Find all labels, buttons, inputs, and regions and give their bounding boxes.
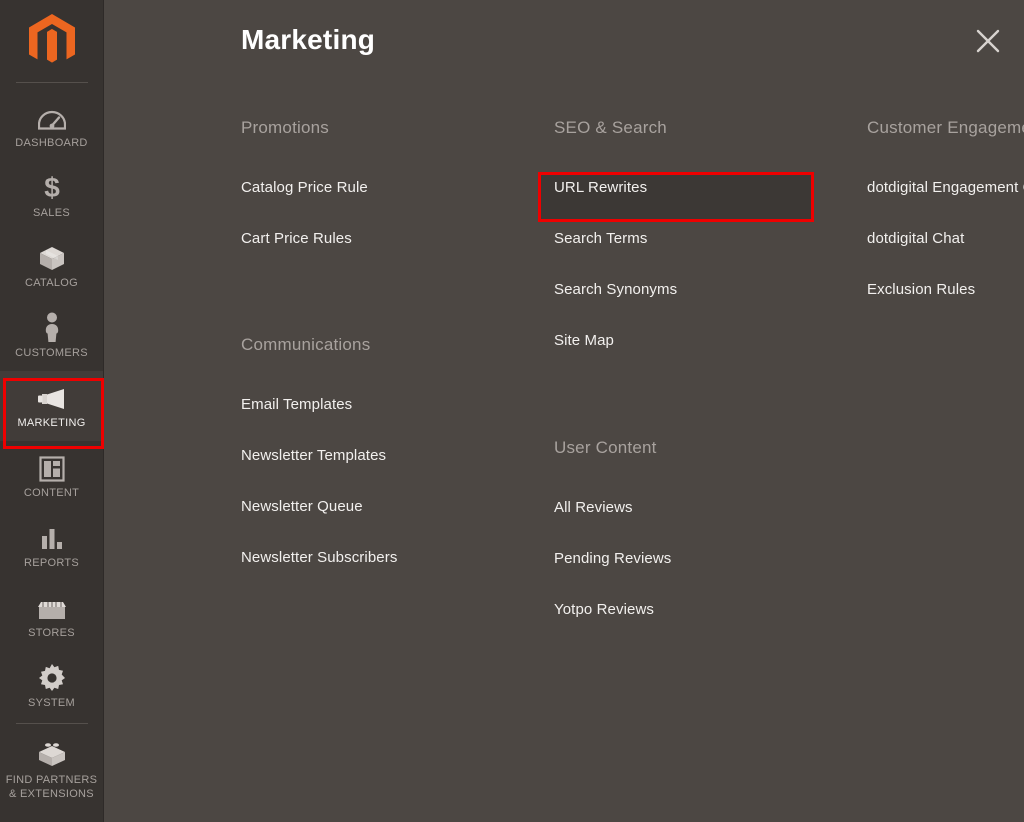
dashboard-gauge-icon (37, 102, 66, 132)
sidebar-item-catalog[interactable]: CATALOG (0, 231, 103, 301)
list-item: All Reviews (554, 498, 854, 549)
list-item: Newsletter Queue (241, 497, 541, 548)
list-item: Site Map (554, 331, 854, 382)
menu-list: All Reviews Pending Reviews Yotpo Review… (554, 498, 854, 651)
list-item: Cart Price Rules (241, 229, 541, 280)
menu-link-catalog-price-rule[interactable]: Catalog Price Rule (241, 178, 541, 198)
list-item: Search Synonyms (554, 280, 854, 331)
megaphone-icon (36, 382, 68, 412)
menu-link-dotdigital-engagement-cloud[interactable]: dotdigital Engagement Cloud (867, 178, 1024, 198)
magento-admin-menu-overlay: DASHBOARD $ SALES CATALOG CUSTOMERS MARK… (0, 0, 1024, 822)
list-item: Email Templates (241, 395, 541, 446)
magento-logo-icon (28, 14, 75, 63)
list-item: Exclusion Rules (867, 280, 1024, 331)
menu-link-newsletter-subscribers[interactable]: Newsletter Subscribers (241, 548, 541, 568)
menu-link-newsletter-queue[interactable]: Newsletter Queue (241, 497, 541, 517)
close-menu-button[interactable] (969, 22, 1007, 60)
magento-logo[interactable] (0, 0, 103, 82)
list-item: dotdigital Engagement Cloud (867, 178, 1024, 229)
list-item: Pending Reviews (554, 549, 854, 600)
menu-list: Catalog Price Rule Cart Price Rules (241, 178, 541, 280)
group-title: Promotions (241, 118, 329, 137)
menu-link-site-map[interactable]: Site Map (554, 331, 854, 351)
sidebar-item-label-line2: & EXTENSIONS (9, 787, 94, 800)
group-title: Customer Engagement (867, 118, 1024, 137)
sidebar-item-stores[interactable]: STORES (0, 581, 103, 651)
sidebar-item-label: DASHBOARD (15, 137, 88, 149)
menu-group-customer-engagement: Customer Engagement dotdigital Engagemen… (867, 118, 1024, 331)
menu-link-all-reviews[interactable]: All Reviews (554, 498, 854, 518)
sidebar-item-reports[interactable]: REPORTS (0, 511, 103, 581)
sidebar-item-label-line1: FIND PARTNERS (5, 773, 98, 786)
menu-link-dotdigital-chat[interactable]: dotdigital Chat (867, 229, 1024, 249)
list-item: Newsletter Templates (241, 446, 541, 497)
menu-group-promotions: Promotions Catalog Price Rule Cart Price… (241, 118, 541, 280)
dollar-sign-icon: $ (41, 172, 63, 202)
menu-group-seo-search: SEO & Search URL Rewrites Search Terms S… (554, 118, 854, 382)
gear-icon (38, 662, 66, 692)
menu-link-search-synonyms[interactable]: Search Synonyms (554, 280, 854, 300)
menu-list: Email Templates Newsletter Templates New… (241, 395, 541, 599)
box-icon (38, 242, 66, 272)
group-title: Communications (241, 335, 371, 354)
menu-link-exclusion-rules[interactable]: Exclusion Rules (867, 280, 1024, 300)
list-item: Search Terms (554, 229, 854, 280)
sidebar-item-customers[interactable]: CUSTOMERS (0, 301, 103, 371)
lego-brick-icon (37, 738, 67, 768)
layout-panel-icon (38, 452, 65, 482)
storefront-icon (37, 592, 67, 622)
sidebar-item-find-partners[interactable]: FIND PARTNERS & EXTENSIONS (0, 730, 103, 808)
group-title: User Content (554, 438, 657, 457)
svg-text:$: $ (44, 172, 60, 202)
menu-link-yotpo-reviews[interactable]: Yotpo Reviews (554, 600, 854, 620)
sidebar-item-system[interactable]: SYSTEM (0, 651, 103, 721)
menu-link-pending-reviews[interactable]: Pending Reviews (554, 549, 854, 569)
sidebar-item-label: CUSTOMERS (15, 347, 88, 359)
menu-link-url-rewrites[interactable]: URL Rewrites (554, 178, 854, 198)
admin-sidebar: DASHBOARD $ SALES CATALOG CUSTOMERS MARK… (0, 0, 104, 822)
list-item: Catalog Price Rule (241, 178, 541, 229)
close-x-icon (976, 29, 1000, 53)
sidebar-item-label: FIND PARTNERS & EXTENSIONS (6, 773, 98, 801)
sidebar-item-sales[interactable]: $ SALES (0, 161, 103, 231)
sidebar-item-label: MARKETING (17, 417, 86, 429)
marketing-menu-panel: Marketing Promotions Catalog Price Rule … (104, 0, 1024, 822)
list-item: Yotpo Reviews (554, 600, 854, 651)
sidebar-item-label: CATALOG (24, 277, 79, 289)
sidebar-item-label: REPORTS (23, 557, 80, 569)
sidebar-item-label: SALES (33, 207, 70, 219)
sidebar-item-content[interactable]: CONTENT (0, 441, 103, 511)
menu-columns: Promotions Catalog Price Rule Cart Price… (104, 118, 1024, 822)
sidebar-item-label: STORES (28, 627, 75, 639)
menu-link-email-templates[interactable]: Email Templates (241, 395, 541, 415)
sidebar-item-dashboard[interactable]: DASHBOARD (0, 91, 103, 161)
list-item: Newsletter Subscribers (241, 548, 541, 599)
menu-link-newsletter-templates[interactable]: Newsletter Templates (241, 446, 541, 466)
sidebar-item-label: SYSTEM (27, 697, 76, 709)
menu-group-communications: Communications Email Templates Newslette… (241, 335, 541, 599)
menu-link-cart-price-rules[interactable]: Cart Price Rules (241, 229, 541, 249)
page-title: Marketing (241, 24, 376, 55)
sidebar-item-marketing[interactable]: MARKETING (0, 371, 103, 441)
sidebar-divider-top (15, 82, 88, 83)
list-item: dotdigital Chat (867, 229, 1024, 280)
sidebar-item-label: CONTENT (23, 487, 80, 499)
bar-chart-icon (39, 522, 65, 552)
menu-list: dotdigital Engagement Cloud dotdigital C… (867, 178, 1024, 331)
menu-group-user-content: User Content All Reviews Pending Reviews… (554, 438, 854, 651)
group-title: SEO & Search (554, 118, 667, 137)
menu-link-search-terms[interactable]: Search Terms (554, 229, 854, 249)
person-icon (41, 312, 63, 342)
sidebar-divider-bottom (15, 723, 88, 724)
